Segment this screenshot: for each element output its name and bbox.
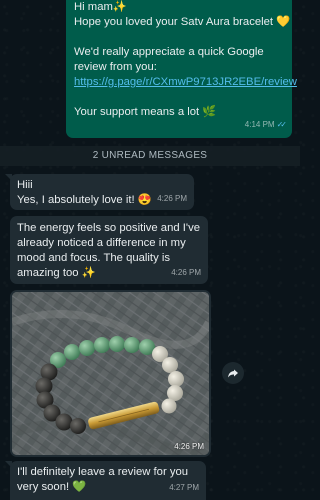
bracelet-photo[interactable]: 4:26 PM <box>12 292 209 455</box>
message-text: We'd really appreciate a quick Google <box>74 46 264 58</box>
message-text: I'll definitely leave a review for you <box>17 466 189 478</box>
bracelet-image <box>12 292 209 455</box>
message-time: 4:26 PM <box>174 442 204 451</box>
message-text: mood and focus. The quality is <box>17 252 171 264</box>
incoming-message[interactable]: Hiii Yes, I absolutely love it! 😍 4:26 P… <box>10 174 194 210</box>
message-text: Hi mam✨ <box>74 1 127 13</box>
incoming-message[interactable]: I'll definitely leave a review for you v… <box>10 461 206 500</box>
message-text: already noticed a difference in my <box>17 237 186 249</box>
double-check-icon: ✓✓ <box>276 120 288 129</box>
message-text: Hope you loved your Satv Aura bracelet 💛 <box>74 16 291 28</box>
message-time: 4:14 PM ✓✓ <box>244 120 288 129</box>
message-time: 4:27 PM <box>169 483 199 492</box>
forward-button[interactable] <box>222 362 244 384</box>
unread-messages-divider: 2 UNREAD MESSAGES <box>0 146 300 166</box>
message-text: The energy feels so positive and I've <box>17 222 201 234</box>
outgoing-message[interactable]: Hi mam✨ Hope you loved your Satv Aura br… <box>66 0 297 138</box>
message-time: 4:26 PM <box>157 194 187 203</box>
message-text: review from you: <box>74 61 157 73</box>
review-link[interactable]: https://g.page/r/CXmwP9713JR2EBE/review <box>74 75 297 90</box>
message-time: 4:26 PM <box>171 268 201 277</box>
incoming-message[interactable]: The energy feels so positive and I've al… <box>10 216 208 284</box>
forward-arrow-icon <box>228 369 238 378</box>
